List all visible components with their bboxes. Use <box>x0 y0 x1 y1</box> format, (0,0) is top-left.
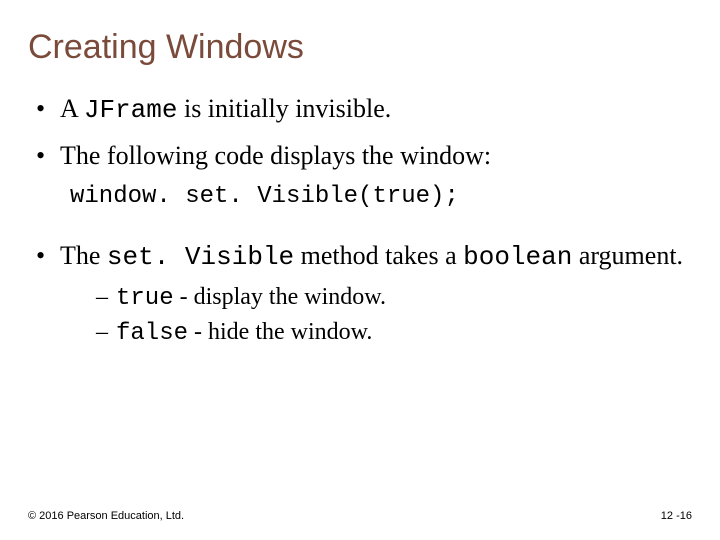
sub-1-code: true <box>116 285 174 312</box>
sub-1-post: - display the window. <box>174 284 386 310</box>
sub-list: true - display the window. false - hide … <box>96 281 692 350</box>
code-line: window. set. Visible(true); <box>70 183 692 210</box>
slide-title: Creating Windows <box>28 28 692 67</box>
sub-2-code: false <box>116 320 188 347</box>
slide: Creating Windows A JFrame is initially i… <box>0 0 720 540</box>
bullet-1-pre: A <box>60 94 84 123</box>
bullet-3-post: argument. <box>572 241 683 270</box>
footer-page-number: 12 -16 <box>661 510 692 522</box>
bullet-1: A JFrame is initially invisible. <box>36 91 692 128</box>
bullet-3-pre: The <box>60 241 107 270</box>
bullet-3-mid: method takes a <box>294 241 463 270</box>
bullet-list-2: The set. Visible method takes a boolean … <box>36 238 692 350</box>
bullet-1-code: JFrame <box>84 95 178 125</box>
bullet-3: The set. Visible method takes a boolean … <box>36 238 692 350</box>
sub-2-post: - hide the window. <box>188 319 372 345</box>
footer-copyright: © 2016 Pearson Education, Ltd. <box>28 510 184 522</box>
bullet-2: The following code displays the window: <box>36 138 692 173</box>
bullet-3-code1: set. Visible <box>107 242 294 272</box>
sub-2: false - hide the window. <box>96 316 692 351</box>
bullet-3-code2: boolean <box>463 242 572 272</box>
bullet-1-post: is initially invisible. <box>177 94 391 123</box>
bullet-list: A JFrame is initially invisible. The fol… <box>36 91 692 173</box>
sub-1: true - display the window. <box>96 281 692 316</box>
